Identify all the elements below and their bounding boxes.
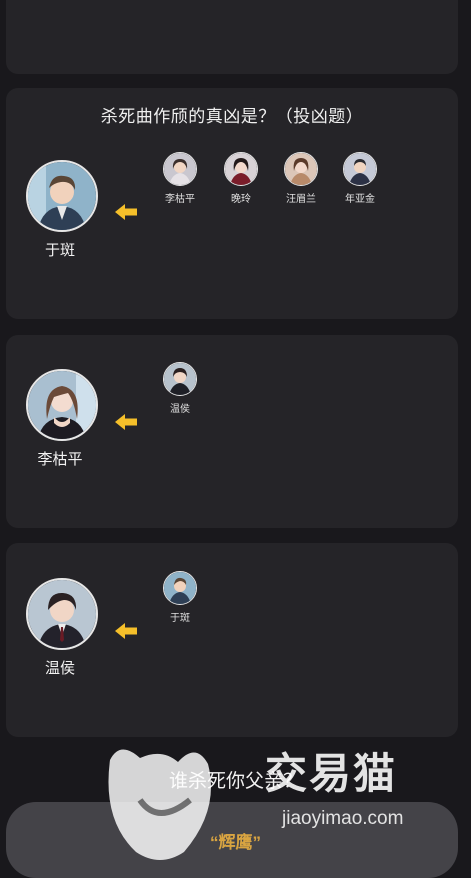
portrait-image <box>28 162 96 230</box>
voter-item[interactable]: 李枯平 <box>156 152 204 205</box>
character-avatar-yuban[interactable] <box>26 160 98 232</box>
question-text: 谁杀死你父亲？ <box>168 771 302 792</box>
voter-name: 晚玲 <box>231 194 251 205</box>
voter-item[interactable]: 年亚金 <box>336 152 384 205</box>
arrow-left-icon <box>115 204 137 220</box>
portrait-image <box>28 580 96 648</box>
question-card-culprit: 杀死曲作颀的真凶是？（投凶题） 于斑 李枯平 晚玲 汪眉兰 年亚金 <box>6 88 458 319</box>
character-card-wenhou: 温侯 于斑 <box>6 543 458 737</box>
arrow-left-icon <box>115 623 137 639</box>
watermark-url: jiaoyimao.com <box>282 808 404 829</box>
question-title: 杀死曲作颀的真凶是？（投凶题） <box>100 107 364 126</box>
voter-avatar <box>224 152 258 186</box>
previous-question-card <box>6 0 458 74</box>
voter-name: 李枯平 <box>165 194 195 205</box>
character-avatar-wenhou[interactable] <box>26 578 98 650</box>
voter-name: 温侯 <box>170 404 190 415</box>
voter-avatar <box>284 152 318 186</box>
voter-name: 年亚金 <box>345 194 375 205</box>
character-name: 于斑 <box>44 242 75 259</box>
character-card-liguping: 李枯平 温侯 <box>6 335 458 528</box>
voter-avatar <box>163 571 197 605</box>
voter-item[interactable]: 温侯 <box>156 362 204 415</box>
voter-item[interactable]: 晚玲 <box>217 152 265 205</box>
voter-name: 于斑 <box>170 613 190 624</box>
portrait-image <box>28 371 96 439</box>
voter-item[interactable]: 于斑 <box>156 571 204 624</box>
voter-avatar <box>163 362 197 396</box>
watermark-text: 交易猫 <box>265 750 398 797</box>
voter-avatar <box>163 152 197 186</box>
character-name: 李枯平 <box>37 451 83 468</box>
voter-avatar <box>343 152 377 186</box>
voter-name: 汪眉兰 <box>286 194 316 205</box>
voter-item[interactable]: 汪眉兰 <box>277 152 325 205</box>
answer-text: “辉鹰” <box>210 833 261 852</box>
arrow-left-icon <box>115 414 137 430</box>
character-avatar-liguping[interactable] <box>26 369 98 441</box>
character-name: 温侯 <box>44 660 75 677</box>
